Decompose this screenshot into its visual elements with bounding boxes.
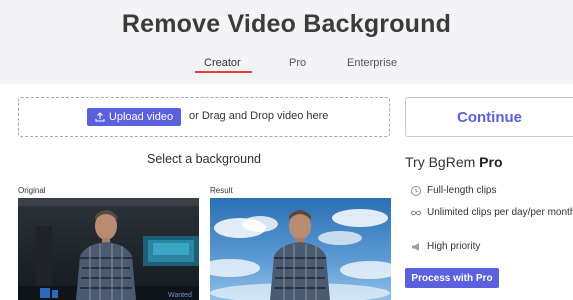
- pro-title-bold: Pro: [479, 154, 503, 170]
- original-video-preview[interactable]: Wanted: [18, 198, 199, 300]
- original-label: Original: [18, 186, 46, 195]
- upload-icon: [95, 112, 105, 122]
- active-tab-underline: [195, 71, 252, 73]
- drag-drop-text: or Drag and Drop video here: [189, 110, 329, 122]
- pro-upsell-title: Try BgRem Pro: [405, 154, 503, 170]
- process-with-pro-button[interactable]: Process with Pro: [405, 268, 499, 288]
- main-panel: Upload video or Drag and Drop video here…: [0, 84, 573, 300]
- watermark-text: Wanted: [168, 292, 192, 299]
- megaphone-icon: [410, 241, 422, 253]
- page-title: Remove Video Background: [121, 10, 452, 38]
- select-background-heading: Select a background: [147, 152, 261, 166]
- clock-icon: [410, 185, 422, 197]
- continue-button[interactable]: Continue: [405, 97, 573, 137]
- tab-bar: Creator Pro Enterprise: [0, 57, 573, 77]
- upload-button-label: Upload video: [108, 111, 174, 123]
- drop-zone[interactable]: Upload video or Drag and Drop video here: [18, 97, 390, 137]
- result-label: Result: [210, 186, 233, 195]
- upload-video-button[interactable]: Upload video: [87, 108, 181, 126]
- feature-text: High priority: [427, 241, 481, 252]
- result-video-preview[interactable]: [210, 198, 391, 300]
- header: Remove Video Background Creator Pro Ente…: [0, 0, 573, 84]
- tab-creator[interactable]: Creator: [204, 57, 241, 69]
- tab-enterprise[interactable]: Enterprise: [347, 57, 397, 69]
- feature-text: Full-length clips: [427, 185, 497, 196]
- infinity-icon: [410, 207, 422, 219]
- pro-title-prefix: Try BgRem: [405, 154, 480, 170]
- feature-text: Unlimited clips per day/per month: [427, 207, 573, 218]
- tab-pro[interactable]: Pro: [289, 57, 306, 69]
